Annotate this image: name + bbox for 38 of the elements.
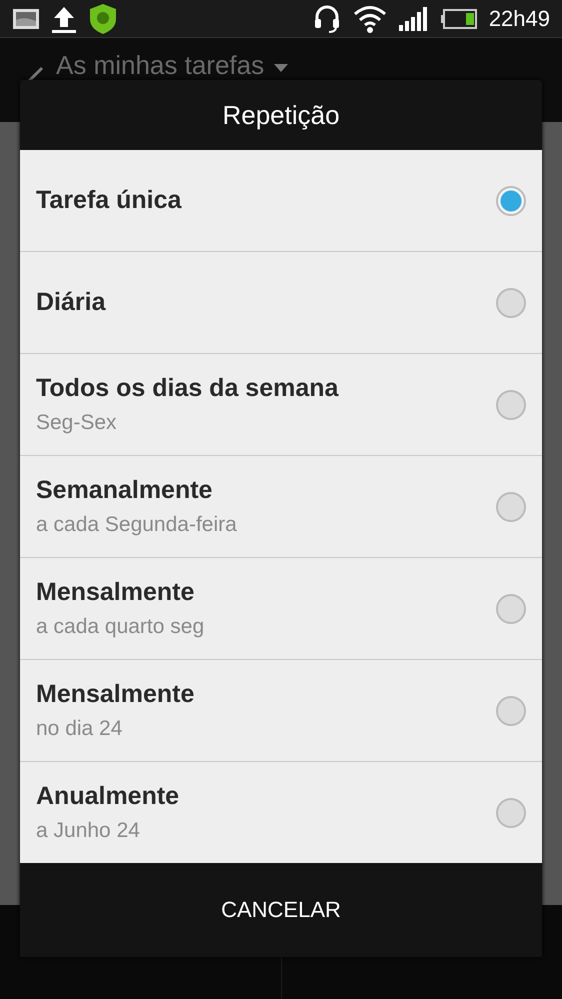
- option-row[interactable]: Mensalmente no dia 24: [20, 660, 542, 762]
- clock: 22h49: [488, 6, 550, 32]
- option-detail: Seg-Sex: [36, 411, 118, 435]
- option-detail: a cada Segunda-feira: [36, 513, 237, 537]
- battery-icon: [440, 8, 477, 28]
- upload-icon: [50, 4, 78, 32]
- headset-icon: [312, 4, 341, 34]
- caret-icon: [274, 64, 288, 72]
- radio-button[interactable]: [496, 288, 526, 318]
- option-label: Mensalmente: [36, 680, 194, 709]
- option-row[interactable]: Anualmente a Junho 24: [20, 762, 542, 863]
- option-row[interactable]: Diária: [20, 252, 542, 354]
- option-label: Mensalmente: [36, 578, 196, 607]
- radio-button[interactable]: [496, 390, 526, 420]
- wifi-icon: [352, 4, 387, 32]
- option-label: Todos os dias da semana: [36, 374, 338, 403]
- radio-button[interactable]: [496, 696, 526, 726]
- option-row[interactable]: Semanalmente a cada Segunda-feira: [20, 456, 542, 558]
- option-label: Anualmente: [36, 782, 180, 811]
- image-icon: [12, 8, 40, 30]
- list-title[interactable]: As minhas tarefas: [56, 50, 264, 81]
- dialog-title: Repetição: [221, 98, 341, 132]
- option-row[interactable]: Tarefa única: [20, 150, 542, 252]
- radio-button[interactable]: [496, 594, 526, 624]
- option-detail: no dia 24: [36, 717, 124, 741]
- option-label: Tarefa única: [36, 186, 182, 215]
- radio-button[interactable]: [496, 492, 526, 522]
- option-row[interactable]: Todos os dias da semana Seg-Sex: [20, 354, 542, 456]
- radio-button[interactable]: [496, 186, 526, 216]
- radio-button[interactable]: [496, 798, 526, 828]
- option-label: Semanalmente: [36, 476, 214, 505]
- option-detail: a cada quarto seg: [36, 615, 204, 639]
- option-row[interactable]: Mensalmente a cada quarto seg: [20, 558, 542, 660]
- option-detail: a Junho 24: [36, 819, 141, 843]
- option-label: Diária: [36, 288, 106, 317]
- shield-icon: [88, 2, 118, 34]
- signal-icon: [398, 6, 429, 30]
- cancel-button[interactable]: CANCELAR: [20, 863, 542, 957]
